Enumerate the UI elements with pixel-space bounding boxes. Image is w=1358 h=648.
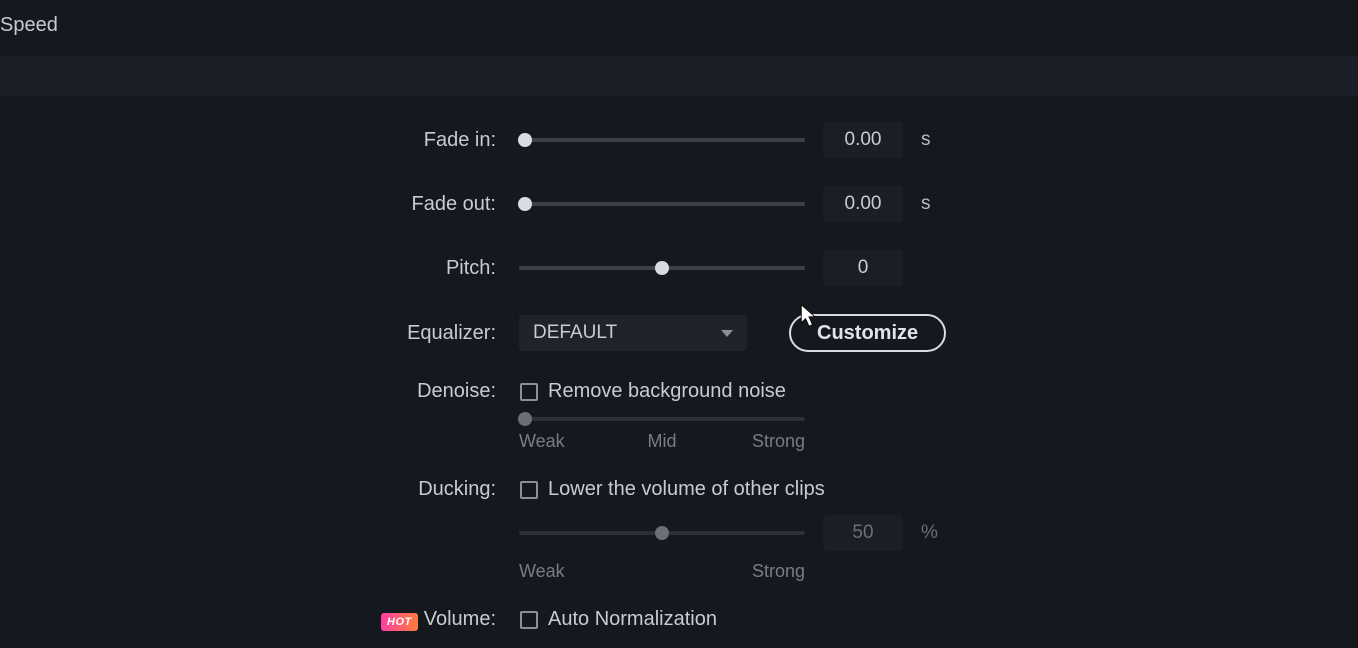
equalizer-label: Equalizer: [0,322,508,345]
ducking-sub-labels: Weak Strong [519,561,805,582]
ducking-unit: % [921,522,938,544]
subheader-bar [0,56,1358,96]
fade-out-unit: s [921,193,931,215]
pitch-value[interactable]: 0 [823,250,903,286]
volume-label-wrap: HOT Volume: [0,608,508,631]
denoise-mid-label: Mid [647,431,676,452]
customize-button[interactable]: Customize [789,314,946,352]
volume-checkbox[interactable] [520,611,538,629]
volume-check-label: Auto Normalization [548,608,717,631]
denoise-slider-row [0,417,1358,421]
equalizer-selected: DEFAULT [533,322,617,344]
ducking-label: Ducking: [0,478,508,501]
pitch-slider[interactable] [519,266,805,270]
fade-out-slider[interactable] [519,202,805,206]
fade-out-value[interactable]: 0.00 [823,186,903,222]
denoise-slider[interactable] [519,417,805,421]
fade-in-slider[interactable] [519,138,805,142]
hot-badge: HOT [381,613,418,631]
fade-in-slider-thumb[interactable] [518,133,532,147]
fade-out-label: Fade out: [0,193,508,216]
ducking-slider[interactable] [519,531,805,535]
equalizer-row: Equalizer: DEFAULT Customize [0,314,1358,352]
volume-label: Volume: [424,608,496,630]
ducking-weak-label: Weak [519,561,565,582]
denoise-label: Denoise: [0,380,508,403]
denoise-checkbox[interactable] [520,383,538,401]
pitch-row: Pitch: 0 [0,250,1358,286]
fade-in-label: Fade in: [0,129,508,152]
fade-in-unit: s [921,129,931,151]
denoise-strong-label: Strong [752,431,805,452]
ducking-value[interactable]: 50 [823,515,903,551]
ducking-slider-row: 50 % [0,515,1358,551]
denoise-slider-thumb[interactable] [518,412,532,426]
denoise-sub-labels: Weak Mid Strong [519,431,805,452]
ducking-row: Ducking: Lower the volume of other clips [0,478,1358,501]
pitch-label: Pitch: [0,257,508,280]
fade-in-row: Fade in: 0.00 s [0,122,1358,158]
ducking-check-label: Lower the volume of other clips [548,478,825,501]
ducking-checkbox[interactable] [520,481,538,499]
tab-speed[interactable]: Speed [0,14,58,37]
denoise-check-label: Remove background noise [548,380,786,403]
denoise-weak-label: Weak [519,431,565,452]
fade-out-slider-thumb[interactable] [518,197,532,211]
audio-settings-panel: Fade in: 0.00 s Fade out: 0.00 s Pitch: … [0,100,1358,648]
volume-row: HOT Volume: Auto Normalization [0,608,1358,631]
ducking-strong-label: Strong [752,561,805,582]
pitch-slider-thumb[interactable] [655,261,669,275]
header-bar: Speed [0,0,1358,56]
fade-out-row: Fade out: 0.00 s [0,186,1358,222]
fade-in-value[interactable]: 0.00 [823,122,903,158]
denoise-row: Denoise: Remove background noise [0,380,1358,403]
ducking-slider-thumb[interactable] [655,526,669,540]
equalizer-dropdown[interactable]: DEFAULT [519,315,747,351]
chevron-down-icon [721,330,733,337]
